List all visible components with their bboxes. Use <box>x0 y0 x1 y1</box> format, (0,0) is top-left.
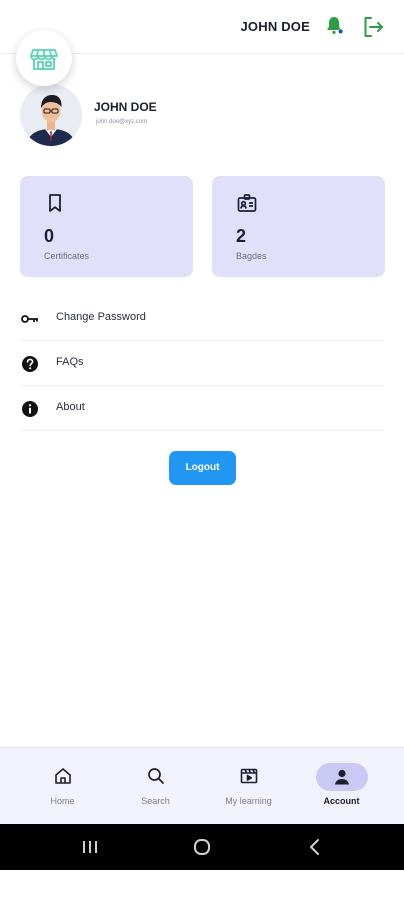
bell-icon[interactable] <box>322 14 346 38</box>
menu-item-about[interactable]: About <box>20 387 384 431</box>
home-icon <box>53 766 73 786</box>
profile-name: JOHN DOE <box>94 100 157 114</box>
certificates-card[interactable]: 0 Certificates <box>20 176 193 277</box>
video-clapper-icon <box>239 766 259 786</box>
menu-item-label: FAQs <box>56 356 84 368</box>
menu-item-change-password[interactable]: Change Password <box>20 297 384 341</box>
badges-label: Bagdes <box>236 251 267 261</box>
screen-bottom-margin <box>0 870 404 900</box>
avatar[interactable] <box>20 84 82 146</box>
question-circle-icon <box>20 354 40 374</box>
bottom-navigation: Home Search My learning Account <box>0 747 404 824</box>
logout-icon[interactable] <box>360 14 386 40</box>
recent-apps-icon[interactable] <box>80 837 100 857</box>
tab-label: My learning <box>225 796 272 806</box>
certificates-label: Certificates <box>44 251 90 261</box>
storefront-icon[interactable] <box>16 30 72 86</box>
certificates-count: 0 <box>44 226 55 246</box>
logout-button[interactable]: Logout <box>169 451 236 485</box>
menu-item-label: About <box>56 401 85 413</box>
system-navigation-bar <box>0 824 404 870</box>
badges-card[interactable]: 2 Bagdes <box>212 176 385 277</box>
home-circle-icon[interactable] <box>192 837 212 857</box>
search-icon <box>146 766 166 786</box>
menu-item-faqs[interactable]: FAQs <box>20 342 384 386</box>
menu-item-label: Change Password <box>56 311 146 323</box>
tab-account[interactable]: Account <box>291 748 392 825</box>
tab-search[interactable]: Search <box>105 748 206 825</box>
back-chevron-icon[interactable] <box>305 837 325 857</box>
badges-count: 2 <box>236 226 247 246</box>
tab-my-learning[interactable]: My learning <box>198 748 299 825</box>
bookmark-icon <box>44 192 66 214</box>
tab-label: Search <box>141 796 170 806</box>
profile-email: john.doe@xyz.com <box>96 119 148 125</box>
key-icon <box>20 309 40 329</box>
tab-label: Account <box>323 796 360 806</box>
tab-home[interactable]: Home <box>12 748 113 825</box>
id-badge-icon <box>236 192 258 214</box>
person-icon <box>332 767 352 787</box>
header-user-name: JOHN DOE <box>240 19 310 34</box>
info-circle-icon <box>20 399 40 419</box>
tab-label: Home <box>50 796 75 806</box>
